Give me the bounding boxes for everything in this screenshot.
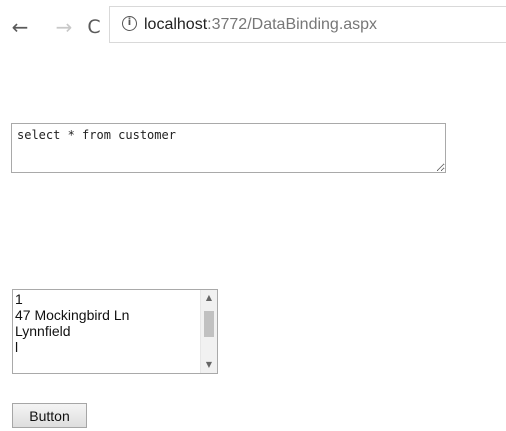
url-host: localhost — [144, 16, 208, 33]
listbox-scrollbar[interactable]: ▲ ▼ — [200, 290, 217, 373]
list-item[interactable]: l — [15, 339, 195, 355]
submit-button[interactable]: Button — [12, 403, 87, 428]
scroll-thumb[interactable] — [204, 311, 214, 337]
address-bar[interactable]: i localhost:3772/DataBinding.aspx — [109, 6, 506, 43]
forward-icon[interactable]: → — [51, 14, 77, 40]
chevron-down-icon[interactable]: ▼ — [201, 358, 217, 372]
chevron-up-icon[interactable]: ▲ — [201, 291, 217, 305]
list-item[interactable]: 47 Mockingbird Ln — [15, 307, 195, 323]
info-icon[interactable]: i — [122, 16, 137, 31]
sql-query-textarea[interactable]: select * from customer — [11, 123, 446, 173]
url-path: :3772/DataBinding.aspx — [207, 16, 378, 33]
browser-toolbar: ← → C i localhost:3772/DataBinding.aspx — [0, 0, 506, 60]
reload-icon[interactable]: C — [81, 14, 107, 40]
customer-listbox[interactable]: 1 47 Mockingbird Ln Lynnfield l ▲ ▼ — [12, 289, 218, 374]
list-item[interactable]: Lynnfield — [15, 323, 195, 339]
list-item[interactable]: 1 — [15, 291, 195, 307]
url-text[interactable]: localhost:3772/DataBinding.aspx — [144, 16, 377, 34]
listbox-items: 1 47 Mockingbird Ln Lynnfield l — [15, 291, 195, 355]
back-icon[interactable]: ← — [7, 14, 33, 40]
